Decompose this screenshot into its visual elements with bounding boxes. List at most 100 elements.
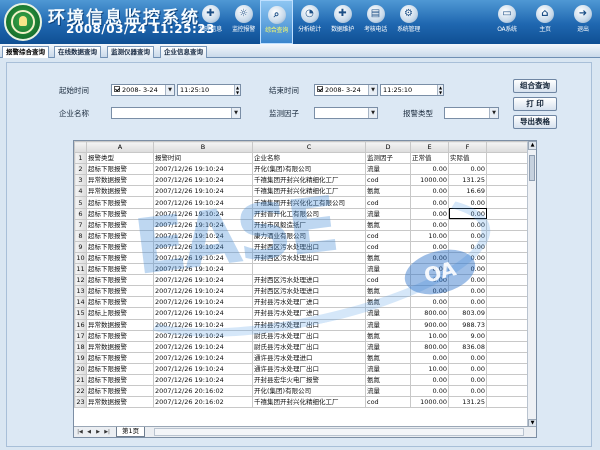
table-row[interactable]: 14 超标下限报警 2007/12/26 19:10:24 开封县污水处理厂进口 氨氮 0… xyxy=(74,296,530,309)
table-cell[interactable]: 0.00 xyxy=(410,285,449,298)
table-cell[interactable]: 0.00 xyxy=(448,385,487,398)
table-cell[interactable]: 超标下限报警 xyxy=(86,274,154,287)
table-cell[interactable]: 2007/12/26 19:10:24 xyxy=(153,207,253,220)
table-cell[interactable]: 0.00 xyxy=(410,185,449,198)
table-cell[interactable]: 千禧集团开封兴化精细化工厂 xyxy=(252,185,366,198)
table-cell-empty[interactable] xyxy=(486,373,530,387)
grid-corner[interactable] xyxy=(74,141,87,154)
row-number[interactable]: 2 xyxy=(74,163,87,176)
table-cell[interactable]: 0.00 xyxy=(410,196,449,209)
export-table-button[interactable]: 导出表格 xyxy=(513,115,557,129)
table-cell[interactable]: 超标上限报警 xyxy=(86,307,154,320)
vertical-scrollbar[interactable]: ▲ ▼ xyxy=(527,141,536,428)
table-cell[interactable]: 流量 xyxy=(365,163,411,176)
column-header[interactable]: E xyxy=(410,141,449,154)
table-cell[interactable]: 尉氏县污水处理厂出口 xyxy=(252,340,366,353)
table-cell[interactable]: 131.25 xyxy=(448,174,487,187)
table-cell-empty[interactable] xyxy=(486,351,530,364)
nav-query[interactable]: ⌕ 综合查询 xyxy=(260,0,293,44)
table-cell[interactable]: 开封西区污水处理出口 xyxy=(252,251,366,265)
nav-data-maintenance[interactable]: ✚ 数据维护 xyxy=(326,0,359,44)
table-cell[interactable]: 流量 xyxy=(365,307,411,320)
table-cell[interactable]: 超标下限报警 xyxy=(86,229,154,242)
table-cell[interactable]: 2007/12/26 19:10:24 xyxy=(153,274,253,287)
company-name-select[interactable]: ▼ xyxy=(111,107,241,119)
table-cell-empty[interactable] xyxy=(486,196,530,209)
table-cell[interactable]: 0.00 xyxy=(410,373,449,387)
row-number[interactable]: 5 xyxy=(74,196,87,209)
table-row[interactable]: 8 超标下限报警 2007/12/26 19:10:24 康力酒业有限公司 cod 10.… xyxy=(74,229,530,242)
chevron-down-icon[interactable]: ▼ xyxy=(231,108,240,118)
start-date-checkbox[interactable] xyxy=(114,86,120,92)
table-cell[interactable] xyxy=(252,263,366,276)
table-cell[interactable]: 氨氮 xyxy=(365,285,411,298)
table-row[interactable]: 4 异常数据报警 2007/12/26 19:10:24 千禧集团开封兴化精细化工厂氨… xyxy=(74,185,530,198)
table-cell[interactable]: 0.00 xyxy=(448,351,487,364)
table-cell-empty[interactable] xyxy=(486,263,530,276)
table-cell[interactable]: 超标下限报警 xyxy=(86,163,154,176)
table-cell[interactable]: 报警时间 xyxy=(153,152,253,165)
table-row[interactable]: 6 超标下限报警 2007/12/26 19:10:24 开封晋开化工有限公司 流量 0.… xyxy=(74,207,530,220)
table-cell[interactable]: 开封市风毅造纸厂 xyxy=(252,218,366,231)
nav-exit-door[interactable]: ➜ 退出 xyxy=(564,0,600,44)
table-cell[interactable]: 0.00 xyxy=(410,351,449,364)
table-cell[interactable]: 通许县污水处理进口 xyxy=(252,351,366,364)
table-cell[interactable]: 监测因子 xyxy=(365,152,411,165)
table-cell[interactable]: cod xyxy=(365,229,411,242)
monitor-factor-select[interactable]: ▼ xyxy=(314,107,378,119)
table-cell[interactable]: 0.00 xyxy=(448,218,487,231)
table-cell[interactable]: 开封西区污水处理进口 xyxy=(252,274,366,287)
table-cell[interactable]: 异常数据报警 xyxy=(86,185,154,198)
table-cell[interactable]: cod xyxy=(365,196,411,209)
table-cell[interactable]: 超标下限报警 xyxy=(86,329,154,342)
table-cell[interactable]: 2007/12/26 19:10:24 xyxy=(153,229,253,242)
table-cell[interactable]: 0.00 xyxy=(448,296,487,309)
table-cell[interactable]: 1000.00 xyxy=(410,396,449,409)
table-cell[interactable]: 超标下限报警 xyxy=(86,373,154,387)
table-cell[interactable]: 2007/12/26 19:10:24 xyxy=(153,351,253,364)
table-cell[interactable]: 报警类型 xyxy=(86,152,154,165)
table-cell[interactable]: cod xyxy=(365,174,411,187)
row-number[interactable]: 15 xyxy=(74,307,87,320)
table-cell[interactable]: 2007/12/26 19:10:24 xyxy=(153,240,253,253)
table-cell[interactable]: 0.00 xyxy=(448,362,487,375)
tab-1[interactable]: 报警综合查询 xyxy=(2,46,49,58)
row-number[interactable]: 8 xyxy=(74,229,87,242)
table-row[interactable]: 20 超标下限报警 2007/12/26 19:10:24 通许县污水处理厂出口 流量 1… xyxy=(74,362,530,375)
row-number[interactable]: 20 xyxy=(74,362,87,375)
table-cell[interactable]: 2007/12/26 19:10:24 xyxy=(153,340,253,353)
row-number[interactable]: 23 xyxy=(74,396,87,409)
table-cell-empty[interactable] xyxy=(486,307,530,320)
table-cell-empty[interactable] xyxy=(486,396,530,409)
alarm-results-spreadsheet[interactable]: ABCDEF 1 报警类型 报警时间 企业名称 监测因子 正常值 实际值 2 超标下限报警 200… xyxy=(73,140,537,438)
spinner-arrows-icon[interactable]: ▲ ▼ xyxy=(234,85,240,95)
table-cell[interactable]: 超标下限报警 xyxy=(86,196,154,209)
column-header[interactable]: C xyxy=(252,141,366,154)
table-cell[interactable]: 超标下限报警 xyxy=(86,285,154,298)
table-cell[interactable]: 开化(集团)有限公司 xyxy=(252,163,366,176)
table-cell[interactable]: 异常数据报警 xyxy=(86,396,154,409)
table-cell[interactable]: 0.00 xyxy=(448,274,487,287)
table-cell[interactable]: 开化(集团)有限公司 xyxy=(252,385,366,398)
nav-statistics[interactable]: ◔ 分析统计 xyxy=(293,0,326,44)
table-cell[interactable]: 0.00 xyxy=(448,207,487,220)
table-row[interactable]: 16 异常数据报警 2007/12/26 19:10:24 开封县污水处理厂出口 流量 9… xyxy=(74,318,530,331)
table-cell[interactable]: 0.00 xyxy=(448,285,487,298)
table-cell[interactable]: 0.00 xyxy=(410,385,449,398)
table-cell-empty[interactable] xyxy=(486,185,530,198)
table-row[interactable]: 9 超标下限报警 2007/12/26 19:10:24 开封西区污水处理出口 cod 0… xyxy=(74,240,530,253)
row-number[interactable]: 9 xyxy=(74,240,87,253)
next-sheet-icon[interactable]: ▶ xyxy=(94,428,102,436)
spinner-arrows-icon[interactable]: ▲ ▼ xyxy=(437,85,443,95)
table-cell[interactable]: 0.00 xyxy=(410,274,449,287)
row-number[interactable]: 6 xyxy=(74,207,87,220)
table-cell[interactable]: 氨氮 xyxy=(365,218,411,231)
table-cell[interactable]: 0.00 xyxy=(448,251,487,265)
table-cell[interactable]: 正常值 xyxy=(410,152,449,165)
table-cell[interactable]: 氨氮 xyxy=(365,329,411,342)
last-sheet-icon[interactable]: ▶| xyxy=(103,428,111,436)
table-cell[interactable]: 开封西区污水处理出口 xyxy=(252,240,366,253)
table-cell[interactable]: 803.09 xyxy=(448,307,487,320)
table-cell[interactable]: 2007/12/26 19:10:24 xyxy=(153,307,253,320)
table-cell[interactable]: 超标下限报警 xyxy=(86,362,154,375)
